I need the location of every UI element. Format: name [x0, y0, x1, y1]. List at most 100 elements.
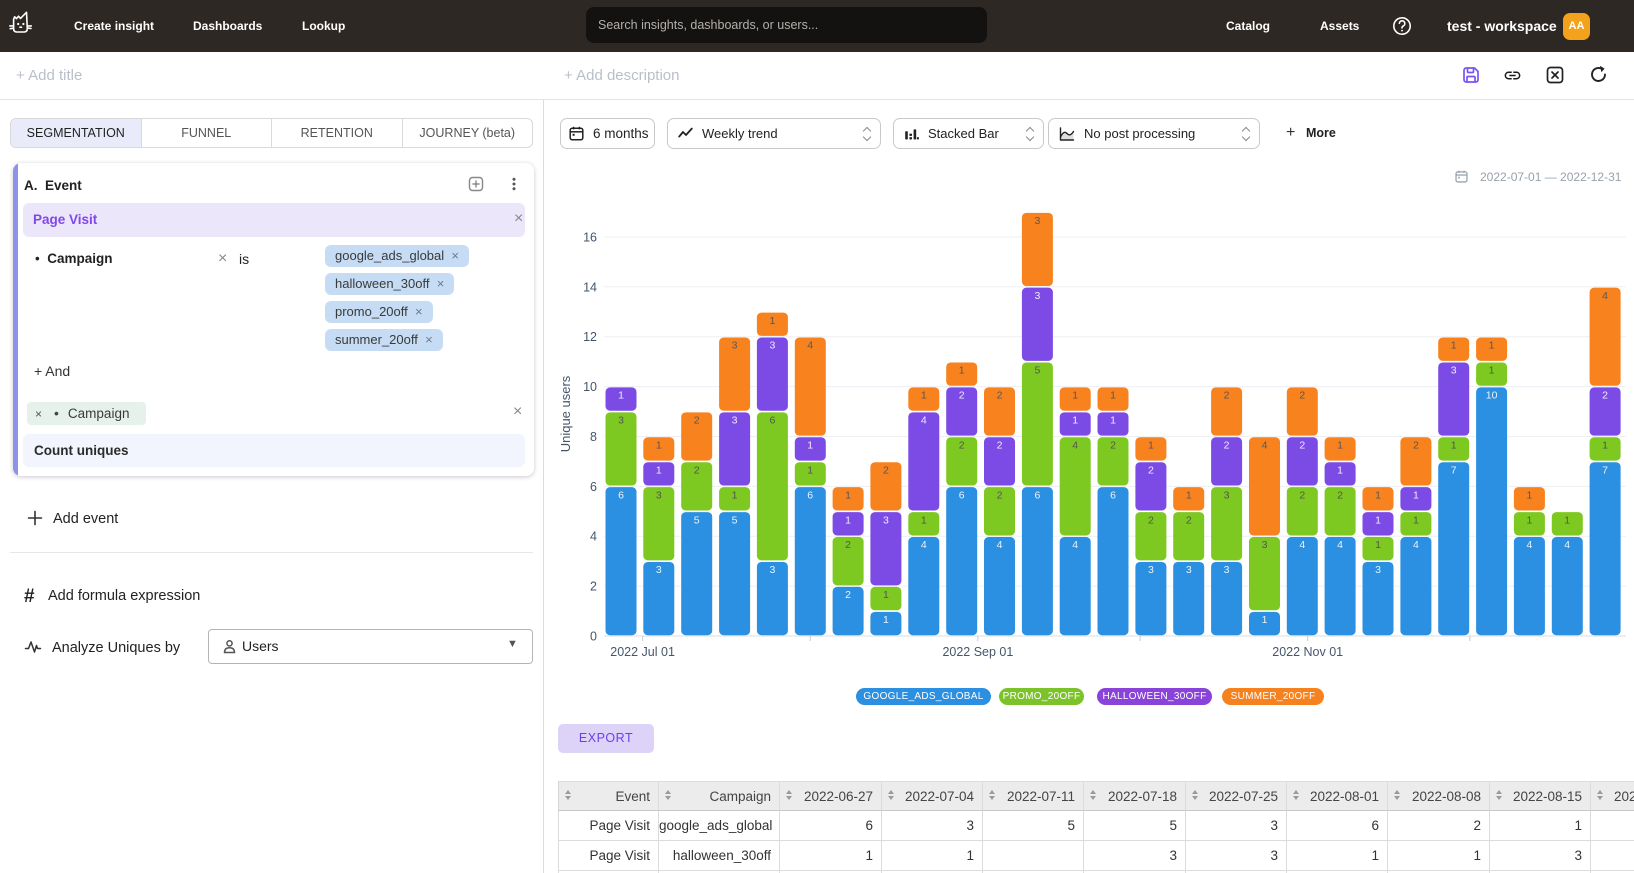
svg-text:1: 1 [618, 390, 624, 402]
svg-text:7: 7 [1602, 464, 1608, 476]
svg-text:1: 1 [845, 514, 851, 526]
svg-text:0: 0 [590, 630, 597, 644]
svg-text:3: 3 [618, 415, 624, 427]
svg-text:14: 14 [583, 280, 597, 294]
svg-text:1: 1 [1337, 439, 1343, 451]
svg-text:1: 1 [1413, 489, 1419, 501]
svg-text:2: 2 [1110, 439, 1116, 451]
svg-text:1: 1 [807, 439, 813, 451]
svg-text:4: 4 [1337, 539, 1343, 551]
svg-text:1: 1 [732, 489, 738, 501]
svg-text:7: 7 [1451, 464, 1457, 476]
svg-text:3: 3 [1451, 365, 1457, 377]
svg-text:1: 1 [656, 464, 662, 476]
svg-text:Unique users: Unique users [558, 375, 573, 452]
svg-text:1: 1 [1375, 514, 1381, 526]
svg-text:4: 4 [1413, 539, 1419, 551]
svg-text:1: 1 [1489, 365, 1495, 377]
svg-text:6: 6 [1110, 489, 1116, 501]
svg-text:1: 1 [1489, 340, 1495, 352]
svg-text:4: 4 [590, 530, 597, 544]
svg-text:1: 1 [1526, 514, 1532, 526]
svg-text:2: 2 [845, 589, 851, 601]
svg-text:10: 10 [1486, 390, 1498, 402]
svg-text:1: 1 [1186, 489, 1192, 501]
svg-text:2: 2 [845, 539, 851, 551]
svg-text:6: 6 [590, 480, 597, 494]
svg-text:1: 1 [1375, 539, 1381, 551]
svg-text:3: 3 [1034, 215, 1040, 227]
svg-text:1: 1 [1072, 415, 1078, 427]
svg-text:1: 1 [921, 514, 927, 526]
svg-text:2: 2 [1148, 464, 1154, 476]
svg-text:3: 3 [769, 340, 775, 352]
svg-text:4: 4 [1262, 439, 1268, 451]
svg-text:1: 1 [1602, 439, 1608, 451]
svg-text:2022 Sep 01: 2022 Sep 01 [942, 645, 1013, 659]
svg-text:6: 6 [1034, 489, 1040, 501]
svg-text:6: 6 [769, 415, 775, 427]
svg-text:1: 1 [1451, 340, 1457, 352]
svg-text:4: 4 [1564, 539, 1570, 551]
svg-text:16: 16 [583, 231, 597, 245]
svg-text:2: 2 [1186, 514, 1192, 526]
svg-text:1: 1 [1110, 415, 1116, 427]
svg-text:1: 1 [1375, 489, 1381, 501]
svg-text:3: 3 [656, 489, 662, 501]
svg-text:1: 1 [807, 464, 813, 476]
svg-text:4: 4 [921, 539, 927, 551]
svg-text:3: 3 [1224, 489, 1230, 501]
svg-text:3: 3 [1034, 290, 1040, 302]
svg-text:2: 2 [1299, 439, 1305, 451]
svg-text:1: 1 [883, 589, 889, 601]
svg-text:5: 5 [732, 514, 738, 526]
svg-text:1: 1 [1564, 514, 1570, 526]
svg-text:1: 1 [1526, 489, 1532, 501]
svg-text:3: 3 [769, 564, 775, 576]
svg-text:1: 1 [959, 365, 965, 377]
svg-text:4: 4 [1299, 539, 1305, 551]
svg-text:6: 6 [959, 489, 965, 501]
svg-text:3: 3 [1262, 539, 1268, 551]
svg-text:1: 1 [769, 315, 775, 327]
svg-text:2: 2 [1413, 439, 1419, 451]
svg-text:2: 2 [1299, 489, 1305, 501]
svg-text:1: 1 [1110, 390, 1116, 402]
svg-text:1: 1 [921, 390, 927, 402]
svg-text:4: 4 [1526, 539, 1532, 551]
svg-text:2: 2 [1299, 390, 1305, 402]
svg-text:3: 3 [883, 514, 889, 526]
svg-text:3: 3 [1186, 564, 1192, 576]
svg-text:2: 2 [1224, 439, 1230, 451]
svg-text:12: 12 [583, 330, 597, 344]
svg-text:3: 3 [732, 340, 738, 352]
svg-text:2: 2 [997, 489, 1003, 501]
svg-text:10: 10 [583, 380, 597, 394]
svg-text:3: 3 [656, 564, 662, 576]
svg-text:1: 1 [845, 489, 851, 501]
svg-text:1: 1 [1337, 464, 1343, 476]
svg-text:1: 1 [1072, 390, 1078, 402]
svg-text:1: 1 [1413, 514, 1419, 526]
svg-text:8: 8 [590, 430, 597, 444]
svg-text:6: 6 [618, 489, 624, 501]
svg-text:2: 2 [1224, 390, 1230, 402]
svg-text:2: 2 [959, 439, 965, 451]
svg-text:4: 4 [1072, 539, 1078, 551]
svg-text:4: 4 [1602, 290, 1608, 302]
svg-text:3: 3 [1375, 564, 1381, 576]
svg-text:4: 4 [921, 415, 927, 427]
svg-text:6: 6 [807, 489, 813, 501]
svg-text:2: 2 [694, 415, 700, 427]
svg-text:2: 2 [997, 390, 1003, 402]
svg-text:2: 2 [883, 464, 889, 476]
svg-text:3: 3 [1224, 564, 1230, 576]
svg-text:5: 5 [694, 514, 700, 526]
svg-text:2: 2 [1148, 514, 1154, 526]
svg-text:1: 1 [656, 439, 662, 451]
svg-text:2: 2 [590, 580, 597, 594]
svg-text:2: 2 [694, 464, 700, 476]
svg-text:2: 2 [1337, 489, 1343, 501]
svg-text:1: 1 [883, 614, 889, 626]
svg-text:2: 2 [1602, 390, 1608, 402]
